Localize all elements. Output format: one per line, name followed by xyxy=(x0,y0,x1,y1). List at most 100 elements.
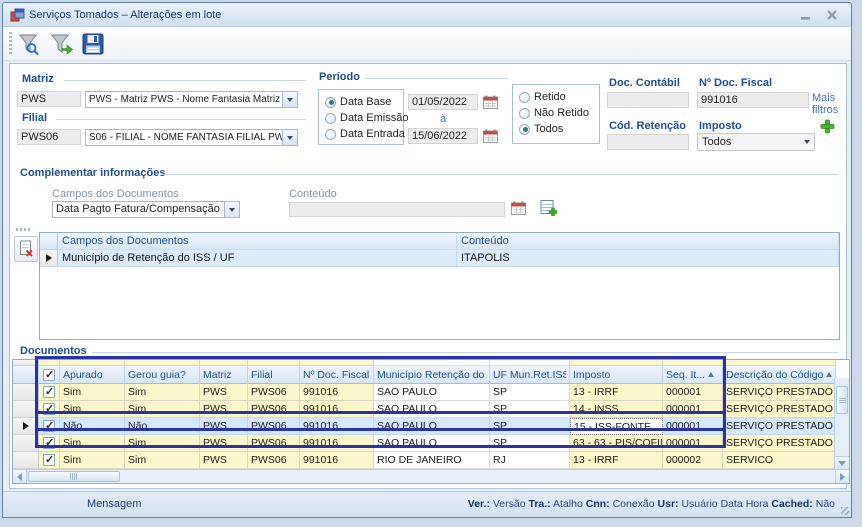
cell-uf[interactable]: RJ xyxy=(490,452,570,469)
cell-uf[interactable]: SP xyxy=(490,418,570,435)
toolbar-drag-handle[interactable] xyxy=(9,32,12,56)
cell-municipio[interactable]: SAO PAULO xyxy=(374,384,490,401)
cell-municipio[interactable]: RIO DE JANEIRO xyxy=(374,452,490,469)
filter-search-button[interactable] xyxy=(15,30,43,58)
mais-filtros-link[interactable]: Mais filtros xyxy=(812,92,852,116)
cell-filial[interactable]: PWS06 xyxy=(248,384,300,401)
cell-seq[interactable]: 000002 xyxy=(663,452,723,469)
scroll-left-button[interactable] xyxy=(13,470,27,483)
cell-filial[interactable]: PWS06 xyxy=(248,452,300,469)
column-header-imposto[interactable]: Imposto xyxy=(570,366,663,384)
add-filter-button[interactable] xyxy=(820,119,835,134)
checkbox-checked-icon[interactable] xyxy=(43,420,55,432)
cell-apurado[interactable]: Sim xyxy=(60,384,125,401)
column-header-doc[interactable]: Nº Doc. Fiscal xyxy=(300,366,374,384)
checkbox-checked-icon[interactable] xyxy=(43,386,55,398)
cell-apurado[interactable]: Sim xyxy=(60,452,125,469)
cell-imposto[interactable]: 15 - ISS-FONTE xyxy=(570,418,663,435)
cell-uf[interactable]: SP xyxy=(490,435,570,452)
matriz-code-field[interactable]: PWS xyxy=(17,91,81,107)
cell-filial[interactable]: PWS06 xyxy=(248,401,300,418)
calendar-icon[interactable] xyxy=(482,94,498,109)
cell-seq[interactable]: 000001 xyxy=(663,384,723,401)
cell-desc[interactable]: SERVIÇO PRESTADO ISS xyxy=(723,384,836,401)
grid-row-3[interactable]: NãoNãoPWSPWS06991016SAO PAULOSP15 - ISS-… xyxy=(13,418,849,435)
cell-municipio[interactable]: SAO PAULO xyxy=(374,418,490,435)
filial-combo[interactable]: S06 - FILIAL - NOME FANTASIA FILIAL PWS0… xyxy=(85,129,298,146)
column-header-uf[interactable]: UF Mun.Ret.ISS xyxy=(490,366,570,384)
cell-seq[interactable]: 000001 xyxy=(663,435,723,452)
cell-apurado[interactable]: Sim xyxy=(60,435,125,452)
date-from-field[interactable]: 01/05/2022 xyxy=(408,94,478,110)
cell-imposto[interactable]: 13 - IRRF xyxy=(570,452,663,469)
cell-desc[interactable]: SERVICO xyxy=(723,452,836,469)
grid-row-2[interactable]: SimSimPWSPWS06991016SAO PAULOSP14 - INSS… xyxy=(13,401,849,418)
cell-gerou[interactable]: Sim xyxy=(125,384,200,401)
close-button[interactable] xyxy=(821,8,843,22)
cell-desc[interactable]: SERVIÇO PRESTADO ISS xyxy=(723,418,836,435)
cell-municipio[interactable]: SAO PAULO xyxy=(374,401,490,418)
checkbox-checked-icon[interactable] xyxy=(43,369,55,381)
grid-vertical-scrollbar[interactable] xyxy=(834,378,849,469)
column-header[interactable]: Conteúdo xyxy=(457,233,839,250)
cell-matriz[interactable]: PWS xyxy=(200,401,248,418)
checkbox-checked-icon[interactable] xyxy=(43,403,55,415)
cell-matriz[interactable]: PWS xyxy=(200,384,248,401)
cell-doc[interactable]: 991016 xyxy=(300,452,374,469)
filial-code-field[interactable]: PWS06 xyxy=(17,129,81,145)
column-header-filial[interactable]: Filial xyxy=(248,366,300,384)
cod-retencao-field[interactable] xyxy=(607,134,689,150)
cell-imposto[interactable]: 63 - 63 - PIS/COFINS/CSLL xyxy=(570,435,663,452)
remove-row-button[interactable] xyxy=(14,236,38,262)
cell-doc[interactable]: 991016 xyxy=(300,435,374,452)
row-checkbox-cell[interactable] xyxy=(39,401,60,418)
cell-imposto[interactable]: 14 - INSS xyxy=(570,401,663,418)
row-checkbox-cell[interactable] xyxy=(39,435,60,452)
cell-seq[interactable]: 000001 xyxy=(663,401,723,418)
radio-retencao-1[interactable]: Não Retido xyxy=(519,105,599,121)
cell-conteudo[interactable]: ITAPOLIS xyxy=(457,250,839,267)
radio-periodo-0[interactable]: Data Base xyxy=(325,94,403,110)
grid-horizontal-scrollbar[interactable] xyxy=(13,469,849,483)
cell-filial[interactable]: PWS06 xyxy=(248,435,300,452)
checkbox-checked-icon[interactable] xyxy=(43,454,55,466)
calendar-icon[interactable] xyxy=(510,200,526,215)
imposto-dropdown[interactable]: Todos xyxy=(697,133,815,151)
scroll-down-button[interactable] xyxy=(835,456,849,469)
column-header[interactable]: Campos dos Documentos xyxy=(58,233,457,250)
cell-campo[interactable]: Município de Retenção do ISS / UF xyxy=(58,250,457,267)
cell-doc[interactable]: 991016 xyxy=(300,418,374,435)
column-header-seq[interactable]: Seq. It... xyxy=(663,366,723,384)
resize-grip[interactable] xyxy=(841,507,849,515)
cell-gerou[interactable]: Não xyxy=(125,418,200,435)
cell-uf[interactable]: SP xyxy=(490,401,570,418)
chevron-down-icon[interactable] xyxy=(224,202,239,217)
cell-apurado[interactable]: Sim xyxy=(60,401,125,418)
radio-periodo-1[interactable]: Data Emissão xyxy=(325,110,403,126)
cell-gerou[interactable]: Sim xyxy=(125,452,200,469)
row-checkbox-cell[interactable] xyxy=(39,452,60,469)
table-row-1[interactable]: Município de Retenção do ISS / UFITAPOLI… xyxy=(40,250,839,267)
filter-apply-button[interactable] xyxy=(47,30,75,58)
calendar-icon[interactable] xyxy=(482,128,498,143)
cell-matriz[interactable]: PWS xyxy=(200,418,248,435)
cell-doc[interactable]: 991016 xyxy=(300,384,374,401)
cell-apurado[interactable]: Não xyxy=(60,418,125,435)
cell-desc[interactable]: SERVIÇO PRESTADO ISS xyxy=(723,401,836,418)
cell-doc[interactable]: 991016 xyxy=(300,401,374,418)
column-header-matriz[interactable]: Matriz xyxy=(200,366,248,384)
chevron-down-icon[interactable] xyxy=(282,92,297,107)
column-header-gerou[interactable]: Gerou guia? xyxy=(125,366,200,384)
date-to-field[interactable]: 15/06/2022 xyxy=(408,128,478,144)
radio-periodo-2[interactable]: Data Entrada xyxy=(325,126,403,142)
num-doc-fiscal-field[interactable]: 991016 xyxy=(697,92,809,108)
cell-seq[interactable]: 000001 xyxy=(663,418,723,435)
conteudo-field[interactable] xyxy=(289,202,505,217)
select-all-cell[interactable] xyxy=(39,366,60,384)
grid-row-5[interactable]: SimSimPWSPWS06991016RIO DE JANEIRORJ13 -… xyxy=(13,452,849,469)
cell-desc[interactable]: SERVIÇO PRESTADO ISS xyxy=(723,435,836,452)
row-checkbox-cell[interactable] xyxy=(39,418,60,435)
chevron-down-icon[interactable] xyxy=(282,130,297,145)
cell-gerou[interactable]: Sim xyxy=(125,435,200,452)
grid-row-4[interactable]: SimSimPWSPWS06991016SAO PAULOSP63 - 63 -… xyxy=(13,435,849,452)
